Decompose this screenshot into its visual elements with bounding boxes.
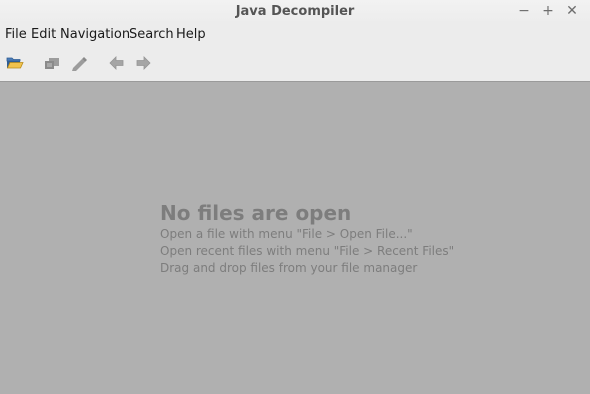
toolbar xyxy=(0,46,590,82)
edit-icon xyxy=(72,57,87,71)
empty-state-hint-recent-files: Open recent files with menu "File > Rece… xyxy=(160,244,455,258)
menu-navigation[interactable]: Navigation xyxy=(60,24,130,46)
title-bar: Java Decompiler − + ✕ xyxy=(0,0,590,24)
back-arrow-icon xyxy=(109,56,124,70)
empty-state-hint-drag-drop: Drag and drop files from your file manag… xyxy=(160,261,418,275)
menu-help[interactable]: Help xyxy=(176,24,206,46)
edit-button[interactable] xyxy=(70,55,88,71)
menu-bar: File Edit Navigation Search Help xyxy=(0,24,590,46)
app-window: Java Decompiler − + ✕ File Edit Navigati… xyxy=(0,0,590,394)
save-button[interactable] xyxy=(43,55,61,71)
window-title: Java Decompiler xyxy=(235,4,355,19)
save-icon xyxy=(45,58,59,69)
forward-button[interactable] xyxy=(134,55,152,71)
open-folder-icon xyxy=(6,57,24,69)
menu-edit[interactable]: Edit xyxy=(31,24,56,46)
open-file-button[interactable] xyxy=(6,55,24,71)
maximize-button[interactable]: + xyxy=(538,0,558,24)
forward-arrow-icon xyxy=(136,56,151,70)
menu-search[interactable]: Search xyxy=(129,24,174,46)
menu-file[interactable]: File xyxy=(5,24,27,46)
back-button[interactable] xyxy=(108,55,126,71)
close-button[interactable]: ✕ xyxy=(562,0,582,24)
main-content-area[interactable]: No files are open Open a file with menu … xyxy=(0,82,590,394)
empty-state-title: No files are open xyxy=(160,201,352,225)
empty-state-hint-open-file: Open a file with menu "File > Open File.… xyxy=(160,227,413,241)
minimize-button[interactable]: − xyxy=(514,0,534,24)
